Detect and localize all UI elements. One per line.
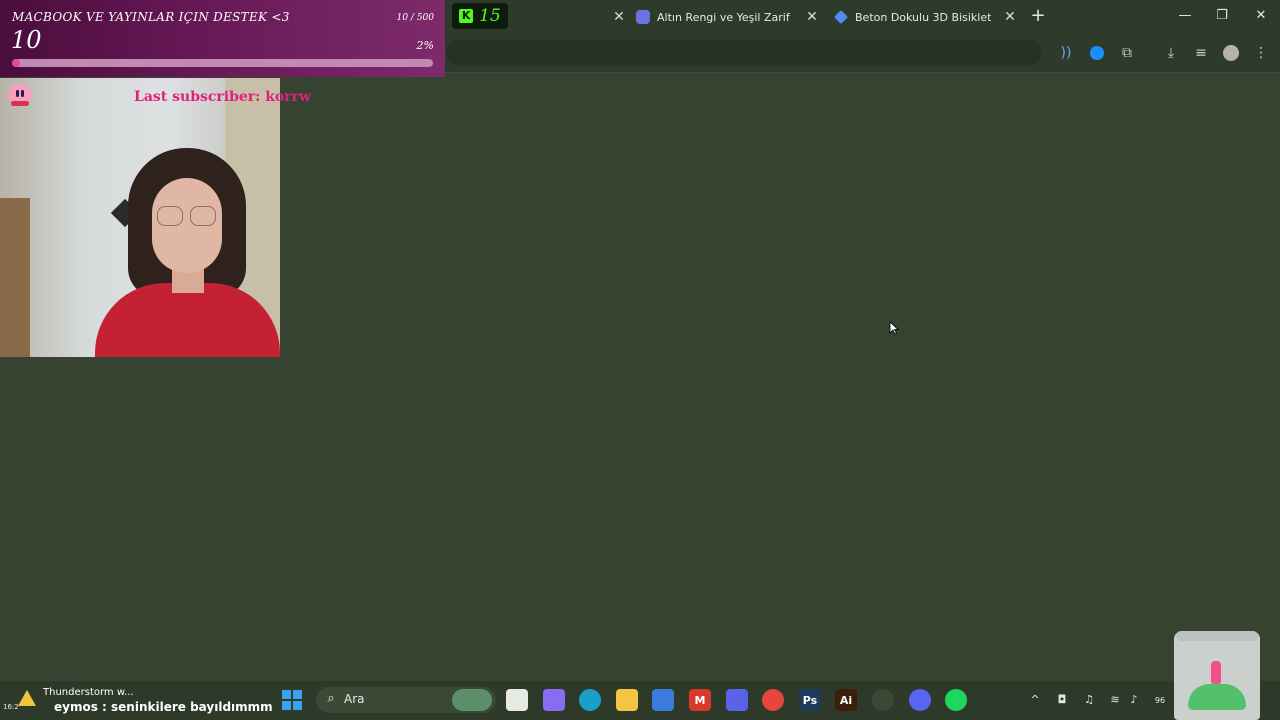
tab-close-active[interactable]: ✕ (600, 4, 626, 30)
battery-icon[interactable]: 96 (1147, 692, 1173, 708)
weather-warning-icon[interactable] (18, 690, 36, 706)
tip-jar-lid (1176, 631, 1258, 641)
donation-goal-widget: MACBOOK VE YAYINLAR IÇIN DESTEK <3 10 / … (0, 0, 445, 77)
read-aloud-icon[interactable]: )) (1056, 43, 1076, 63)
volume-icon[interactable]: ♪ (1126, 692, 1142, 708)
close-icon[interactable]: ✕ (612, 9, 626, 25)
goal-current: 10 (11, 26, 42, 54)
glasses-right (190, 206, 216, 226)
clock-fragment: 16:2 (3, 703, 19, 711)
mouse-cursor-icon (889, 321, 899, 335)
goal-percent: 2% (416, 39, 434, 52)
gemini-favicon-icon (834, 10, 848, 24)
close-icon[interactable]: ✕ (805, 9, 819, 25)
chrome-icon[interactable] (762, 689, 784, 711)
reading-list-icon[interactable]: ≡ (1191, 43, 1211, 63)
canva-favicon-icon (636, 10, 650, 24)
outlook-icon[interactable] (652, 689, 674, 711)
profile-avatar[interactable] (1221, 43, 1241, 63)
kirby-icon (8, 84, 32, 106)
weather-widget-title[interactable]: Thunderstorm w... (43, 687, 134, 698)
copilot-icon[interactable] (543, 689, 565, 711)
tab-title: Beton Dokulu 3D Bisiklet Tasarı (855, 10, 991, 24)
illustrator-icon[interactable]: Ai (835, 689, 857, 711)
windows-start-icon[interactable] (281, 689, 303, 711)
search-placeholder: Ara (344, 692, 365, 706)
tab-beton-dokulu[interactable]: Beton Dokulu 3D Bisiklet Tasarı ✕ (834, 4, 1017, 30)
kick-viewer-badge: K 15 (452, 3, 508, 29)
webcam-feed (0, 78, 280, 357)
edge-icon[interactable] (579, 689, 601, 711)
goal-count: 10 / 500 (396, 13, 434, 23)
goal-title: MACBOOK VE YAYINLAR IÇIN DESTEK <3 (12, 10, 290, 24)
last-subscriber-label: Last subscriber: korrw (134, 89, 312, 105)
chat-username: eymos (54, 700, 98, 714)
tab-altin-rengi[interactable]: Altın Rengi ve Yeşil Zarif Elegan ✕ (636, 4, 819, 30)
spotify-icon[interactable] (945, 689, 967, 711)
kick-logo-icon: K (459, 9, 474, 23)
show-hidden-icons-chevron-icon[interactable]: ^ (1027, 692, 1043, 708)
chat-message: eymos : seninkilere bayıldımmm (54, 700, 273, 714)
goal-progress-fill (12, 59, 21, 67)
close-icon[interactable]: ✕ (1003, 9, 1017, 25)
discord-icon[interactable] (909, 689, 931, 711)
photoshop-icon[interactable]: Ps (799, 689, 821, 711)
close-window-button[interactable]: ✕ (1251, 6, 1271, 26)
search-icon: ⌕ (327, 691, 335, 706)
microphone-icon[interactable]: ♫ (1081, 692, 1097, 708)
goal-progress-bar (12, 59, 433, 67)
tab-title: Altın Rengi ve Yeşil Zarif Elegan (657, 10, 793, 24)
glasses-left (157, 206, 183, 226)
viewer-count: 15 (479, 6, 501, 26)
search-highlight-icon[interactable] (452, 689, 492, 711)
file-view-icon[interactable] (506, 689, 528, 711)
webcam-shelf (0, 198, 30, 357)
controller-icon[interactable]: ◘ (1054, 692, 1070, 708)
download-icon[interactable]: ⤓ (1161, 43, 1181, 63)
restore-button[interactable]: ❐ (1212, 6, 1232, 26)
wifi-icon[interactable]: ≋ (1107, 692, 1123, 708)
new-tab-button[interactable]: + (1030, 6, 1046, 26)
extensions-icon[interactable]: ⧉ (1117, 43, 1137, 63)
chat-text: : seninkilere bayıldımmm (97, 700, 273, 714)
gmail-icon[interactable]: M (689, 689, 711, 711)
tip-jar-item (1211, 661, 1221, 685)
minimize-button[interactable]: — (1175, 6, 1195, 26)
tip-jar-pile (1188, 684, 1246, 710)
obs-icon[interactable] (872, 689, 894, 711)
more-menu-icon[interactable]: ⋮ (1251, 43, 1271, 63)
capcut-icon[interactable] (726, 689, 748, 711)
shazam-icon[interactable] (1087, 43, 1107, 63)
address-bar[interactable] (446, 40, 1042, 66)
file-explorer-icon[interactable] (616, 689, 638, 711)
